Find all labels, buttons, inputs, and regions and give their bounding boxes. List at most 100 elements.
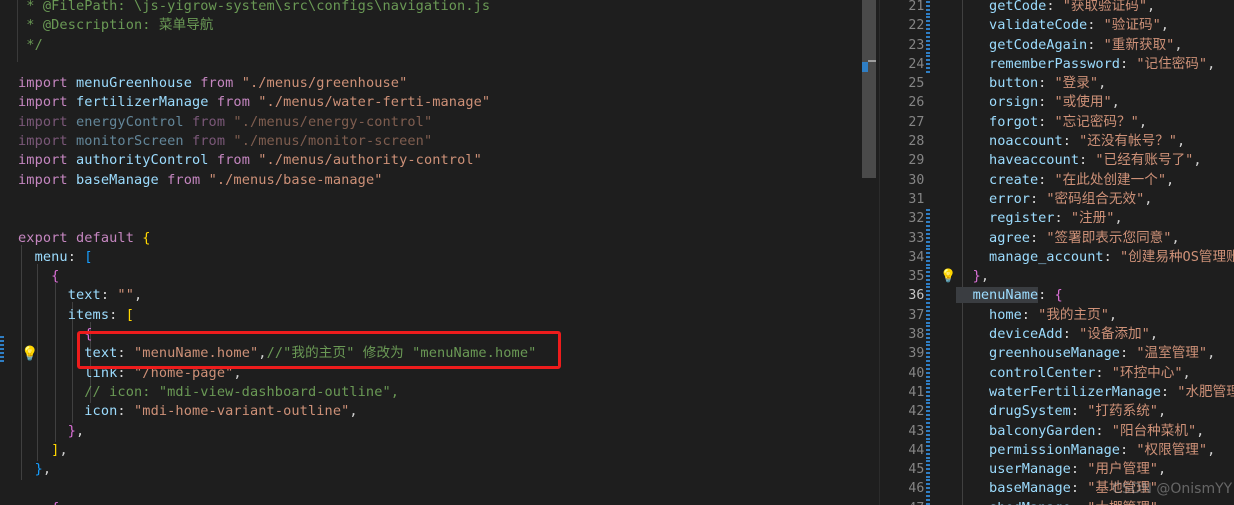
lightbulb-icon[interactable]: 💡 [21, 347, 38, 362]
code-token: "./menus/monitor-screen" [233, 133, 433, 150]
code-token: shedManage [956, 500, 1071, 505]
code-line[interactable]: export default { [0, 229, 536, 248]
code-token: agree [956, 229, 1030, 246]
code-line[interactable]: 37 home: "我的主页", [880, 305, 1234, 326]
code-line[interactable]: import menuGreenhouse from "./menus/gree… [0, 74, 536, 93]
code-line[interactable] [0, 209, 536, 228]
code-line[interactable]: * @FilePath: \js-yigrow-system\src\confi… [0, 0, 536, 16]
code-token: "" [117, 287, 134, 304]
code-token: from [216, 152, 259, 169]
code-line[interactable]: 39 greenhouseManage: "温室管理", [880, 344, 1234, 364]
code-line[interactable]: 43 balconyGarden: "阳台种菜机", [880, 421, 1234, 441]
code-line[interactable]: 30 create: "在此处创建一个", [880, 170, 1234, 190]
code-line[interactable]: { [0, 267, 536, 286]
code-token: , [1114, 210, 1123, 227]
code-text: rememberPassword: "记住密码", [956, 55, 1215, 74]
code-line[interactable]: 34 manage_account: "创建易种OS管理账号 [880, 247, 1234, 268]
code-token: , [1157, 403, 1167, 420]
code-line[interactable]: 44 permissionManage: "权限管理", [880, 440, 1234, 461]
code-line[interactable]: }, [0, 460, 536, 479]
code-line[interactable]: ], [0, 441, 536, 460]
code-text: baseManage: "基地管理" [956, 479, 1158, 498]
code-line[interactable]: 45 userManage: "用户管理", [880, 460, 1234, 480]
change-marker [926, 228, 931, 248]
code-line[interactable]: 35 💡 }, [880, 267, 1234, 287]
code-line[interactable]: 38 deviceAdd: "设备添加", [880, 325, 1234, 345]
code-line[interactable]: text: "", [0, 286, 536, 305]
change-marker [926, 402, 931, 422]
code-token: , [1207, 441, 1216, 458]
left-code-lines[interactable]: * @FilePath: \js-yigrow-system\src\confi… [0, 0, 536, 505]
code-line[interactable]: 26 orsign: "或使用", [880, 93, 1234, 113]
code-token: [ [84, 248, 93, 265]
change-marker [926, 440, 931, 461]
code-token: "/home-page" [134, 364, 234, 381]
code-line[interactable]: 46 baseManage: "基地管理" [880, 479, 1234, 499]
lightbulb-icon[interactable]: 💡 [940, 269, 956, 284]
code-line[interactable]: */ [0, 36, 536, 55]
line-number: 23 [908, 37, 925, 53]
code-line[interactable]: 41 waterFertilizerManage: "水肥管理", [880, 382, 1234, 403]
code-token: create [956, 171, 1039, 188]
code-line[interactable]: icon: "mdi-home-variant-outline", [0, 402, 536, 421]
code-line[interactable]: 22 validateCode: "验证码", [880, 16, 1234, 36]
right-code-lines[interactable]: 21 getCode: "获取验证码", 22 validateCode: "验证… [880, 0, 1234, 505]
code-line[interactable]: 28 noaccount: "还没有帐号？", [880, 132, 1234, 152]
code-token: from [191, 113, 234, 130]
code-line[interactable]: 27 forgot: "忘记密码？", [880, 112, 1234, 133]
code-token: : [1087, 17, 1104, 34]
code-line[interactable] [0, 55, 536, 74]
code-line[interactable]: 21 getCode: "获取验证码", [880, 0, 1234, 17]
code-token: validateCode [956, 17, 1088, 34]
code-line[interactable] [0, 479, 536, 498]
code-token: : [117, 364, 134, 381]
code-line[interactable]: text: "menuName.home",//"我的主页" 修改为 "menu… [0, 344, 536, 363]
overview-ruler-left[interactable] [862, 0, 876, 178]
line-number: 39 [908, 346, 925, 362]
line-number: 30 [908, 172, 925, 188]
code-line[interactable]: 24 rememberPassword: "记住密码", [880, 54, 1234, 75]
code-line[interactable]: 32 register: "注册", [880, 209, 1234, 229]
code-line[interactable]: menu: [ [0, 248, 536, 267]
code-line[interactable]: 42 drugSystem: "打药系统", [880, 402, 1234, 422]
code-text: getCode: "获取验证码", [956, 0, 1155, 16]
code-line[interactable]: import monitorScreen from "./menus/monit… [0, 132, 536, 151]
code-line[interactable]: { [0, 499, 536, 505]
code-token: , [1160, 17, 1169, 34]
code-token: "忘记密码？" [1054, 113, 1139, 130]
code-text: create: "在此处创建一个", [956, 171, 1174, 190]
code-token: { [1054, 287, 1063, 304]
code-line[interactable]: import baseManage from "./menus/base-man… [0, 171, 536, 190]
code-line[interactable]: 33 agree: "签署即表示您同意", [880, 228, 1234, 248]
code-line[interactable] [0, 190, 536, 209]
code-line[interactable]: * @Description: 菜单导航 [0, 16, 536, 35]
code-line[interactable]: 23 getCodeAgain: "重新获取", [880, 35, 1234, 55]
code-token: : [1095, 364, 1112, 381]
code-token: register [956, 210, 1055, 227]
code-line[interactable]: { [0, 325, 536, 344]
code-line[interactable]: 36 menuName: { [880, 286, 1234, 306]
code-line[interactable]: import fertilizerManage from "./menus/wa… [0, 93, 536, 112]
line-number: 21 [908, 0, 925, 14]
code-token: : [1029, 190, 1047, 207]
change-marker [926, 382, 931, 403]
code-line[interactable]: link: "/home-page", [0, 364, 536, 383]
code-line[interactable]: items: [ [0, 306, 536, 325]
code-line[interactable]: 40 controlCenter: "环控中心", [880, 363, 1234, 383]
code-line[interactable]: }, [0, 422, 536, 441]
code-token: "已经有账号了" [1095, 152, 1194, 169]
code-line[interactable]: 25 button: "登录", [880, 74, 1234, 94]
code-line[interactable]: 47 shedManage: "大棚管理" [880, 498, 1234, 505]
code-token: , [1182, 364, 1191, 381]
code-line[interactable]: 29 haveaccount: "已经有账号了", [880, 151, 1234, 171]
code-line[interactable]: import authorityControl from "./menus/au… [0, 151, 536, 170]
code-token: drugSystem [956, 403, 1071, 420]
editor-pane-left[interactable]: * @FilePath: \js-yigrow-system\src\confi… [0, 0, 880, 505]
code-line[interactable]: import energyControl from "./menus/energ… [0, 113, 536, 132]
editor-pane-right[interactable]: 21 getCode: "获取验证码", 22 validateCode: "验证… [879, 0, 1234, 505]
code-line[interactable]: 31 error: "密码组合无效", [880, 189, 1234, 210]
code-line[interactable]: // icon: "mdi-view-dashboard-outline", [0, 383, 536, 402]
